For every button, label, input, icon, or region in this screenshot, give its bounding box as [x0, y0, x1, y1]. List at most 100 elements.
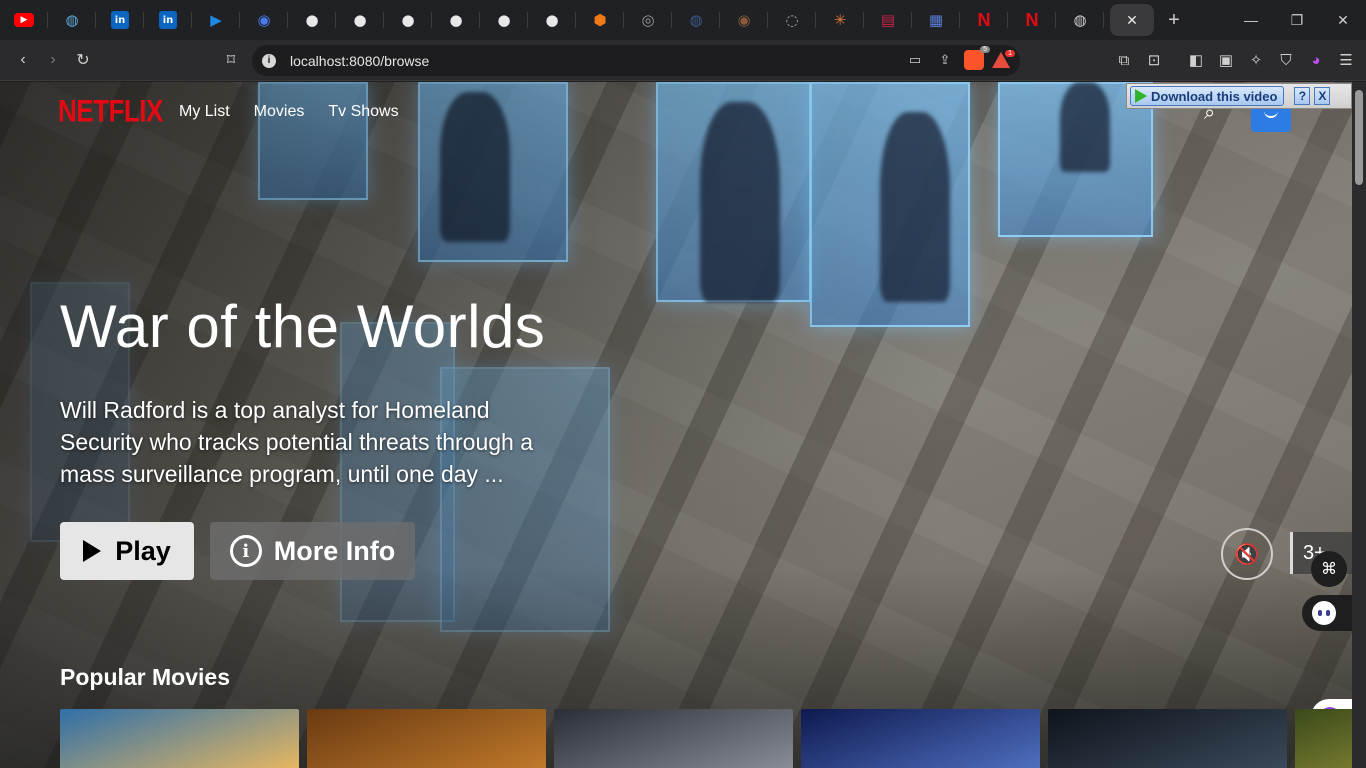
- info-icon: i: [229, 535, 262, 567]
- download-help-button[interactable]: ?: [1294, 87, 1311, 105]
- browser-tab[interactable]: in: [96, 0, 144, 40]
- hero-description: Will Radford is a top analyst for Homela…: [60, 397, 534, 487]
- scrollbar-thumb[interactable]: [1355, 90, 1363, 185]
- movie-card[interactable]: [307, 709, 546, 768]
- address-bar[interactable]: i localhost:8080/browse ▭ ⇪ 5 1: [252, 45, 1020, 76]
- brave-shield-icon[interactable]: 5: [964, 46, 990, 70]
- linkedin-icon: in: [111, 11, 129, 29]
- shield-badge: 5: [980, 46, 990, 53]
- window-controls: — ❐ ✕: [1228, 0, 1366, 40]
- new-tab-button[interactable]: +: [1154, 0, 1194, 40]
- netflix-logo[interactable]: NETFLIX: [58, 93, 163, 130]
- reload-button[interactable]: ↻: [68, 45, 98, 75]
- linkedin-icon: in: [159, 11, 177, 29]
- brave-rewards-icon[interactable]: 1: [992, 50, 1015, 68]
- globe-icon: ◎: [641, 11, 655, 29]
- download-video-toolbar: Download this video ? X: [1126, 83, 1352, 109]
- download-close-button[interactable]: X: [1314, 87, 1331, 105]
- hexagon-icon: ⬢: [593, 11, 607, 29]
- movie-card[interactable]: [1295, 709, 1352, 768]
- browser-tab[interactable]: ▶: [192, 0, 240, 40]
- movie-card[interactable]: [801, 709, 1040, 768]
- browser-tab[interactable]: N: [960, 0, 1008, 40]
- netflix-page: NETFLIX My List Movies Tv Shows ⌕ Downlo…: [0, 82, 1352, 768]
- profile-icon[interactable]: ◕: [1304, 46, 1328, 74]
- floating-assistant-button[interactable]: [1302, 595, 1352, 631]
- movie-card[interactable]: [1048, 709, 1287, 768]
- browser-tab[interactable]: ◎: [624, 0, 672, 40]
- page-scrollbar[interactable]: [1352, 82, 1366, 768]
- site-info-icon[interactable]: i: [262, 53, 276, 68]
- browser-tab[interactable]: ●: [480, 0, 528, 40]
- nav-links: My List Movies Tv Shows: [179, 103, 399, 121]
- nav-link-movies[interactable]: Movies: [254, 103, 305, 121]
- browser-tab[interactable]: ◉: [720, 0, 768, 40]
- browser-tab[interactable]: ◉: [240, 0, 288, 40]
- forward-button[interactable]: ›: [38, 45, 68, 75]
- movie-card[interactable]: [554, 709, 793, 768]
- play-button[interactable]: Play: [60, 522, 194, 580]
- vpn-icon[interactable]: ⛉: [1274, 46, 1298, 74]
- close-window-button[interactable]: ✕: [1320, 0, 1366, 40]
- browser-tab[interactable]: ▦: [912, 0, 960, 40]
- leo-ai-icon[interactable]: ✧: [1244, 46, 1268, 74]
- browser-tab[interactable]: ●: [528, 0, 576, 40]
- browser-tab[interactable]: N: [1008, 0, 1056, 40]
- movie-card[interactable]: [60, 709, 299, 768]
- floating-grid-icon[interactable]: ⌘: [1311, 551, 1347, 587]
- browser-tab[interactable]: ●: [432, 0, 480, 40]
- orb-icon: ◍: [689, 11, 703, 29]
- browser-tab[interactable]: ◍: [1056, 0, 1104, 40]
- play-label: Play: [115, 535, 171, 566]
- github-icon: ●: [305, 11, 319, 29]
- browser-tab[interactable]: ▤: [864, 0, 912, 40]
- extensions-icon[interactable]: ⧉: [1112, 46, 1136, 74]
- reader-icon[interactable]: ⊡: [1142, 46, 1166, 74]
- minimize-button[interactable]: —: [1228, 0, 1274, 40]
- nav-link-my-list[interactable]: My List: [179, 103, 230, 121]
- popular-movies-row: [60, 709, 1352, 768]
- badge-icon: ◉: [737, 11, 751, 29]
- browser-tab[interactable]: ●: [336, 0, 384, 40]
- tab-list: ▶ ◍ in in ▶ ◉ ● ● ● ● ● ● ⬢ ◎ ◍ ◉ ◌ ✳ ▤ ▦ N N ◍: [0, 0, 1104, 40]
- github-icon: ●: [401, 11, 415, 29]
- back-button[interactable]: ‹: [8, 45, 38, 75]
- sunburst-icon: ✳: [833, 11, 847, 29]
- sidebar-icon[interactable]: ◧: [1184, 46, 1208, 74]
- ring-icon: ◌: [785, 11, 799, 29]
- share-icon[interactable]: ⇪: [934, 49, 956, 71]
- browser-tab[interactable]: ◌: [768, 0, 816, 40]
- active-tab[interactable]: ✕: [1110, 4, 1154, 36]
- globe-icon: ◍: [65, 11, 79, 29]
- cast-icon[interactable]: ▭: [904, 49, 926, 71]
- browser-tab[interactable]: ●: [384, 0, 432, 40]
- netflix-icon: N: [1025, 9, 1039, 30]
- video-icon: ▶: [210, 11, 222, 29]
- restore-button[interactable]: ❐: [1274, 0, 1320, 40]
- close-tab-icon[interactable]: ✕: [1126, 12, 1138, 29]
- more-info-label: More Info: [273, 535, 396, 566]
- download-video-button[interactable]: Download this video: [1130, 86, 1285, 106]
- browser-tab-strip: ▶ ◍ in in ▶ ◉ ● ● ● ● ● ● ⬢ ◎ ◍ ◉ ◌ ✳ ▤ ▦ N N ◍ ✕ + — ❐ ✕: [0, 0, 1366, 40]
- menu-icon[interactable]: ☰: [1334, 46, 1358, 74]
- more-info-button[interactable]: i More Info: [210, 522, 415, 580]
- mute-toggle-button[interactable]: 🔇: [1221, 528, 1273, 580]
- browser-tab[interactable]: ⬢: [576, 0, 624, 40]
- browser-tab[interactable]: ✳: [816, 0, 864, 40]
- browser-tab[interactable]: in: [144, 0, 192, 40]
- browser-tab[interactable]: ◍: [48, 0, 96, 40]
- youtube-icon: ▶: [14, 13, 34, 27]
- assistant-bot-icon: [1312, 601, 1336, 625]
- netflix-icon: N: [977, 9, 991, 30]
- target-icon: ◉: [257, 11, 271, 29]
- wallet-icon[interactable]: ▣: [1214, 46, 1238, 74]
- document-icon: ▦: [928, 11, 944, 29]
- url-text[interactable]: localhost:8080/browse: [290, 53, 429, 69]
- github-icon: ●: [353, 11, 367, 29]
- browser-tab[interactable]: ◍: [672, 0, 720, 40]
- browser-tab[interactable]: ●: [288, 0, 336, 40]
- bookmark-button[interactable]: ⌑: [216, 45, 246, 75]
- popular-movies-title: Popular Movies: [60, 664, 230, 690]
- browser-tab[interactable]: ▶: [0, 0, 48, 40]
- nav-link-tv-shows[interactable]: Tv Shows: [328, 103, 398, 121]
